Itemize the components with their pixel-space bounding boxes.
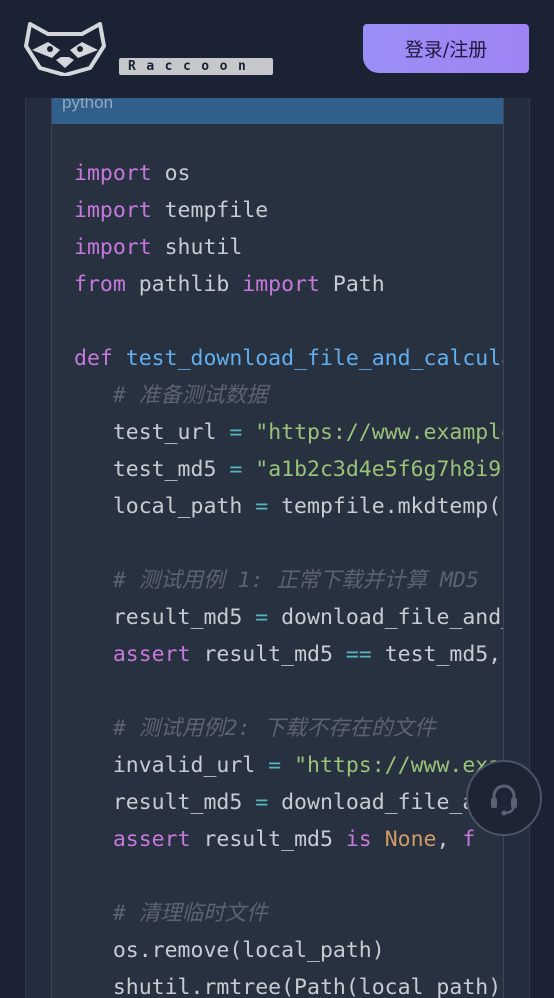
code-line: os.remove(local_path) (74, 938, 385, 963)
code-line: shutil.rmtree(Path(local_path) (74, 975, 502, 998)
top-header: Raccoon 登录/注册 (0, 0, 554, 98)
brand-name: Raccoon (119, 58, 273, 75)
code-line: local_path = tempfile.mkdtemp( (74, 494, 502, 519)
code-line: import shutil (74, 235, 243, 260)
code-line: # 测试用例2: 下载不存在的文件 (112, 716, 436, 741)
code-line: test_url = "https://www.example (74, 420, 504, 445)
customer-support-button[interactable] (466, 760, 542, 836)
code-line: # 准备测试数据 (112, 383, 268, 408)
code-line: assert result_md5 is None, f (112, 827, 476, 852)
code-line: import tempfile (74, 198, 269, 223)
code-line: import os (74, 161, 191, 186)
login-register-button[interactable]: 登录/注册 (363, 24, 529, 73)
code-line: invalid_url = "https://www.exam (74, 753, 504, 778)
code-line: result_md5 = download_file_and_ (74, 605, 504, 630)
raccoon-logo-icon[interactable] (24, 22, 106, 76)
code-line: result_md5 = download_file_and_ (74, 790, 504, 815)
code-line: assert result_md5 == test_md5, (112, 642, 502, 667)
code-language-label: python (52, 98, 503, 124)
code-content[interactable]: import os import tempfile import shutil … (74, 155, 504, 998)
code-line: # 清理临时文件 (112, 901, 268, 926)
code-line: # 测试用例 1: 正常下载并计算 MD5 (112, 568, 479, 593)
code-line: from pathlib import Path (74, 272, 385, 297)
headset-icon (491, 784, 517, 816)
code-line: def test_download_file_and_calcula (74, 346, 504, 371)
code-block: python import os import tempfile import … (51, 98, 504, 998)
code-line: test_md5 = "a1b2c3d4e5f6g7h8i9j (74, 457, 504, 482)
